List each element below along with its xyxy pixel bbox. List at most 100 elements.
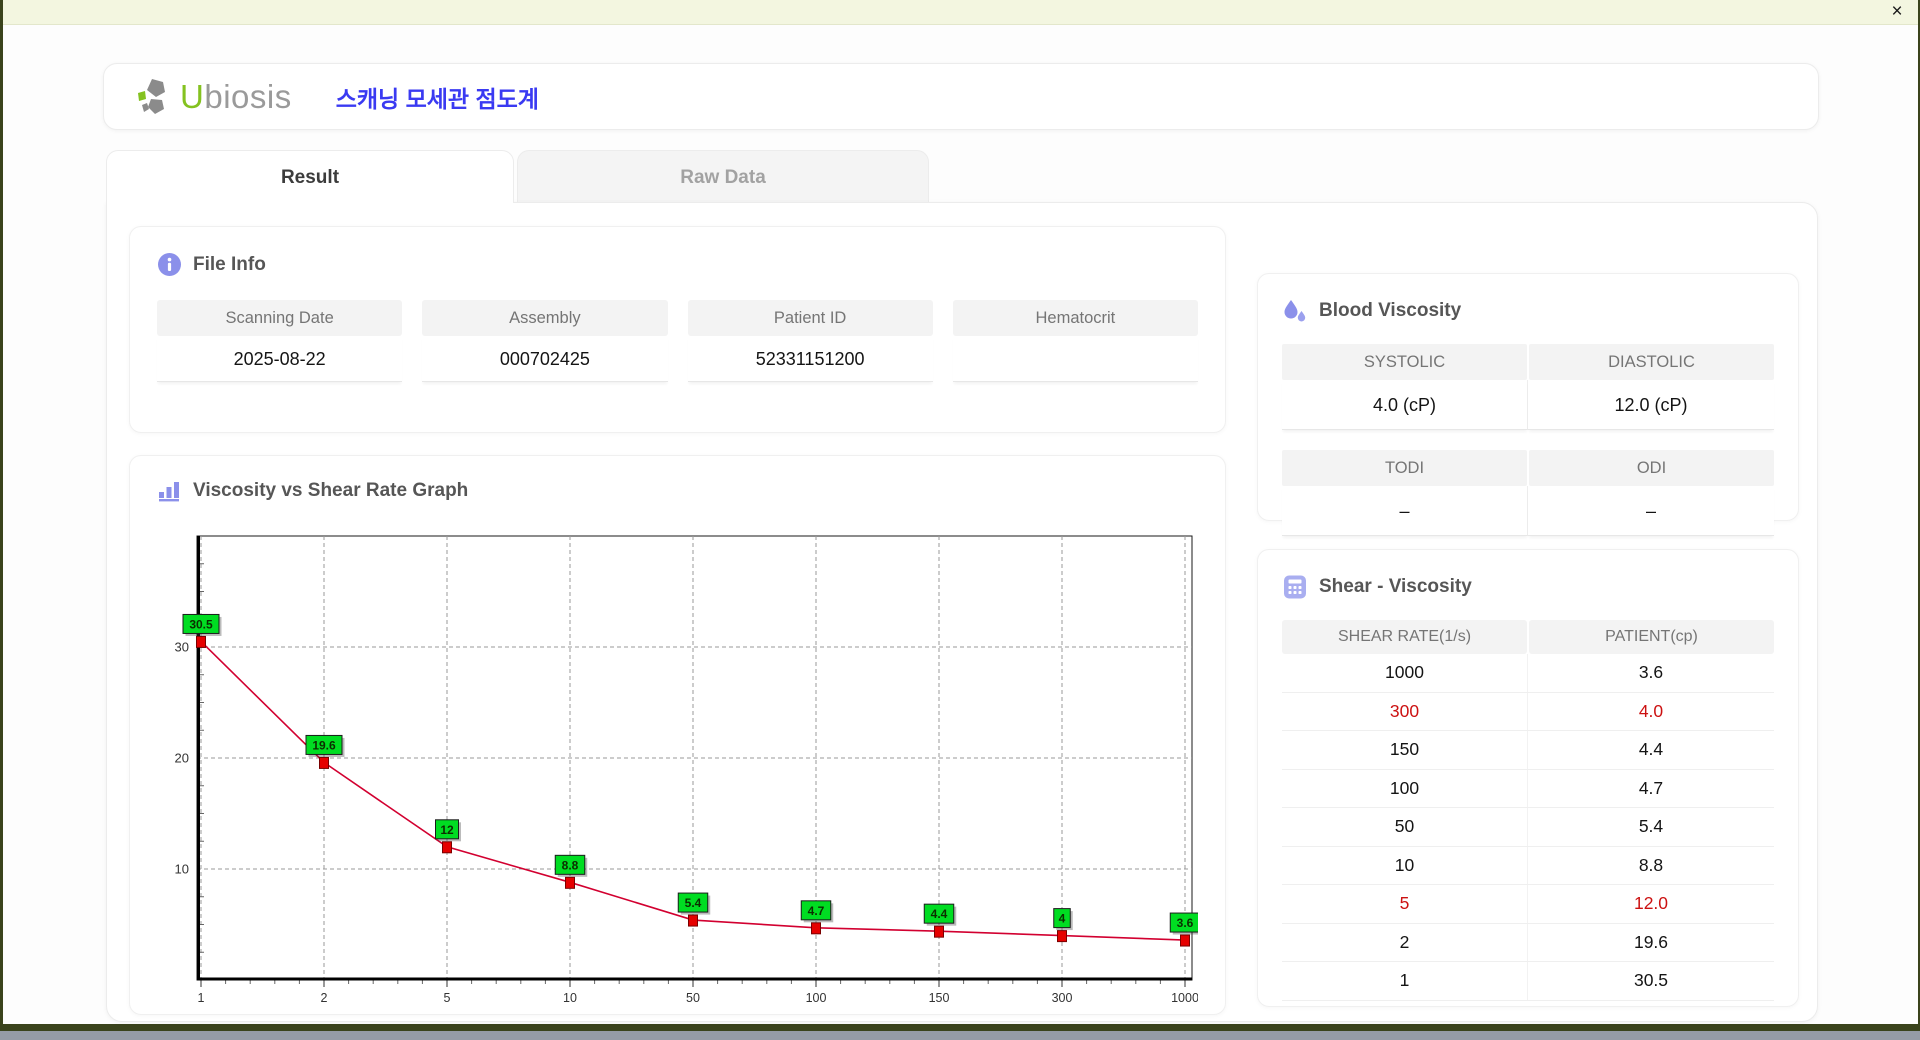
- file-info-field: Scanning Date 2025-08-22: [157, 300, 403, 382]
- table-row: 1000 3.6: [1282, 654, 1774, 693]
- file-info-field: Assembly 000702425: [422, 300, 668, 382]
- shear-rate-cell: 5: [1282, 885, 1528, 923]
- shear-rate-cell: 300: [1282, 692, 1528, 730]
- shear-rate-cell: 1: [1282, 962, 1528, 1000]
- svg-text:10: 10: [175, 862, 189, 877]
- bv-header: DIASTOLIC: [1529, 344, 1774, 380]
- field-label: Assembly: [422, 300, 668, 336]
- bv-header: SYSTOLIC: [1282, 344, 1527, 380]
- logo-text: Ubiosis: [180, 78, 292, 116]
- shear-viscosity-title: Shear - Viscosity: [1319, 576, 1472, 597]
- bv-header: ODI: [1529, 450, 1774, 486]
- field-value: 2025-08-22: [157, 336, 403, 382]
- graph-title: Viscosity vs Shear Rate Graph: [193, 479, 469, 501]
- svg-text:1000: 1000: [1171, 991, 1198, 1005]
- table-row: 50 5.4: [1282, 808, 1774, 847]
- bar-chart-icon: [159, 482, 179, 502]
- svg-text:4: 4: [1059, 912, 1066, 926]
- patient-cell: 19.6: [1633, 931, 1669, 952]
- svg-text:30: 30: [175, 640, 189, 655]
- shear-table-body: 1000 3.6 300 4.0 150 4.4 100 4.7 50 5.4 …: [1282, 654, 1774, 1001]
- svg-text:150: 150: [929, 991, 950, 1005]
- info-icon: [158, 253, 181, 276]
- shear-rate-cell: 50: [1282, 808, 1528, 846]
- shear-table-header: SHEAR RATE(1/s) PATIENT(cp): [1282, 620, 1774, 654]
- bv-header: TODI: [1282, 450, 1527, 486]
- table-row: 5 12.0: [1282, 885, 1774, 924]
- patient-cell: 30.5: [1633, 970, 1669, 990]
- bv-header-row: TODI ODI: [1282, 450, 1774, 486]
- file-info-field: Hematocrit: [952, 300, 1198, 382]
- blood-viscosity-panel: Blood Viscosity SYSTOLIC DIASTOLIC 4.0 (c…: [1257, 273, 1799, 536]
- blood-drops-icon: [1284, 300, 1306, 322]
- table-row: 100 4.7: [1282, 769, 1774, 808]
- header: Ubiosis 스캐닝 모세관 점도계: [103, 63, 1819, 130]
- shear-col-header: SHEAR RATE(1/s): [1282, 620, 1527, 654]
- shear-rate-cell: 1000: [1282, 654, 1528, 692]
- titlebar: ×: [3, 0, 1918, 25]
- logo-text-u: U: [180, 77, 205, 115]
- shear-rate-cell: 10: [1282, 846, 1528, 884]
- svg-text:3.6: 3.6: [1177, 916, 1194, 930]
- svg-text:30.5: 30.5: [189, 617, 213, 631]
- svg-text:12: 12: [440, 823, 454, 837]
- blood-viscosity-title: Blood Viscosity: [1319, 300, 1462, 321]
- svg-text:10: 10: [563, 991, 577, 1005]
- svg-text:5.4: 5.4: [685, 896, 702, 910]
- app-window: × Ubiosis 스캐닝 모세관 점도계 Result Raw Data Fi…: [0, 0, 1920, 1031]
- bv-value: –: [1528, 486, 1774, 536]
- bv-value-row: – –: [1282, 486, 1774, 536]
- bv-value-row: 4.0 (cP) 12.0 (cP): [1282, 380, 1774, 430]
- ubiosis-logo: Ubiosis: [134, 75, 292, 119]
- table-row: 2 19.6: [1282, 923, 1774, 962]
- patient-cell: 4.0: [1638, 700, 1664, 721]
- calculator-icon: [1284, 575, 1306, 599]
- table-row: 300 4.0: [1282, 692, 1774, 731]
- tab-raw-data[interactable]: Raw Data: [517, 150, 929, 203]
- field-value: 52331151200: [687, 336, 933, 382]
- logo-text-rest: biosis: [204, 77, 292, 115]
- patient-cell: 3.6: [1638, 662, 1664, 682]
- shear-rate-cell: 100: [1282, 769, 1528, 807]
- patient-cell: 12.0: [1633, 893, 1669, 913]
- file-info-panel: File Info Scanning Date 2025-08-22 Assem…: [129, 226, 1226, 433]
- svg-text:1: 1: [198, 991, 205, 1005]
- bv-value: 12.0 (cP): [1528, 380, 1774, 430]
- field-label: Scanning Date: [157, 300, 403, 336]
- viscosity-chart: 1 2 5 10 50 100 150 300 100010203030.519.6128.85…: [175, 535, 1203, 1005]
- bv-value: –: [1282, 486, 1528, 536]
- shear-rate-cell: 150: [1282, 731, 1528, 769]
- field-label: Hematocrit: [952, 300, 1198, 336]
- svg-text:8.8: 8.8: [562, 858, 579, 872]
- field-label: Patient ID: [687, 300, 933, 336]
- svg-text:5: 5: [444, 991, 451, 1005]
- graph-panel: Viscosity vs Shear Rate Graph 1 2 5 10 50 100…: [129, 455, 1226, 1015]
- svg-text:2: 2: [321, 991, 328, 1005]
- patient-cell: 5.4: [1638, 816, 1664, 836]
- patient-cell: 8.8: [1638, 854, 1664, 875]
- svg-text:100: 100: [806, 991, 827, 1005]
- file-info-grid: Scanning Date 2025-08-22 Assembly 000702…: [157, 300, 1198, 382]
- bv-value: 4.0 (cP): [1282, 380, 1528, 430]
- patient-cell: 4.7: [1638, 777, 1664, 798]
- shear-rate-cell: 2: [1282, 923, 1528, 961]
- page-title: 스캐닝 모세관 점도계: [335, 85, 539, 112]
- file-info-field: Patient ID 52331151200: [687, 300, 933, 382]
- patient-cell: 4.4: [1638, 739, 1664, 759]
- file-info-title: File Info: [193, 253, 266, 275]
- svg-text:300: 300: [1052, 991, 1073, 1005]
- close-icon[interactable]: ×: [1886, 1, 1908, 23]
- table-row: 10 8.8: [1282, 846, 1774, 885]
- patient-col-header: PATIENT(cp): [1529, 620, 1774, 654]
- svg-text:20: 20: [175, 751, 189, 766]
- svg-text:4.4: 4.4: [931, 907, 948, 921]
- svg-text:4.7: 4.7: [808, 904, 825, 918]
- logo-leaf-icon: [138, 78, 165, 114]
- blood-viscosity-grid: SYSTOLIC DIASTOLIC 4.0 (cP) 12.0 (cP) TODI O…: [1282, 344, 1774, 536]
- table-row: 150 4.4: [1282, 731, 1774, 770]
- tab-result[interactable]: Result: [106, 150, 514, 203]
- shear-viscosity-panel: Shear - Viscosity SHEAR RATE(1/s) PATIEN…: [1257, 549, 1799, 1007]
- svg-text:50: 50: [686, 991, 700, 1005]
- field-value: 000702425: [422, 336, 668, 382]
- bv-header-row: SYSTOLIC DIASTOLIC: [1282, 344, 1774, 380]
